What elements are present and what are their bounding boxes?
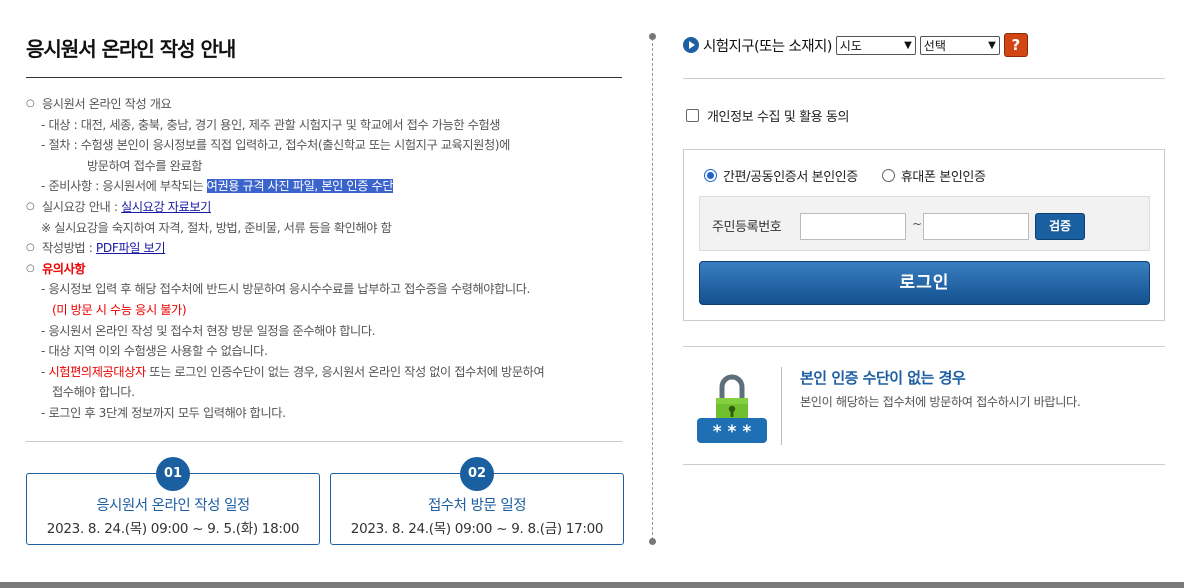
cert-auth-label[interactable]: 간편/공동인증서 본인인증 xyxy=(723,166,858,185)
schedule-card-visit: 02 접수처 방문 일정 2023. 8. 24.(목) 09:00 ~ 9. … xyxy=(330,457,624,545)
page-title: 응시원서 온라인 작성 안내 xyxy=(26,37,236,61)
consent-checkbox[interactable] xyxy=(686,109,699,122)
cautions-heading: 유의사항 xyxy=(26,259,622,280)
chevron-down-icon: ▼ xyxy=(904,39,912,51)
password-mask-text: * * * xyxy=(713,422,752,442)
no-auth-description: 본인이 해당하는 접수처에 방문하여 접수하시기 바랍니다. xyxy=(800,395,1081,409)
guide-list: 응시원서 온라인 작성 개요 - 대상 : 대전, 세종, 충북, 충남, 경기… xyxy=(26,94,622,424)
caution-3: - 대상 지역 이외 수험생은 사용할 수 없습니다. xyxy=(41,344,268,359)
plan-item: 실시요강 안내 : 실시요강 자료보기 xyxy=(26,197,622,218)
sido-value: 시도 xyxy=(839,38,862,53)
schedule-number-badge: 02 xyxy=(460,457,494,491)
auth-box: 간편/공동인증서 본인인증 휴대폰 본인인증 주민등록번호 ~ 검증 로그인 xyxy=(683,149,1165,321)
guide-divider xyxy=(26,441,622,442)
login-button[interactable]: 로그인 xyxy=(699,261,1150,305)
schedule-title: 응시원서 온라인 작성 일정 xyxy=(96,498,250,514)
overview-procedure-cont: 방문하여 접수를 완료함 xyxy=(87,158,203,173)
caution-4-text: 또는 로그인 인증수단이 없는 경우, 응시원서 온라인 작성 없이 접수처에 … xyxy=(145,364,545,379)
divider-dot-top xyxy=(649,33,656,40)
overview-procedure: - 절차 : 수험생 본인이 응시정보를 직접 입력하고, 접수처(출신학교 또… xyxy=(41,138,510,153)
ssn-row: 주민등록번호 ~ 검증 xyxy=(699,196,1150,251)
no-auth-section: * * * 본인 인증 수단이 없는 경우 본인이 해당하는 접수처에 방문하여… xyxy=(683,346,1165,465)
schedule-date: 2023. 8. 24.(목) 09:00 ~ 9. 5.(화) 18:00 xyxy=(46,521,300,537)
plan-link[interactable]: 실시요강 자료보기 xyxy=(121,200,211,214)
consent-row[interactable]: 개인정보 수집 및 활용 동의 xyxy=(686,106,849,125)
district-value: 선택 xyxy=(923,38,946,53)
divider-dot-bottom xyxy=(649,538,656,545)
lock-password-icon: * * * xyxy=(697,371,767,443)
plan-note: ※ 실시요강을 숙지하여 자격, 절차, 방법, 준비물, 서류 등을 확인해야… xyxy=(41,220,392,235)
schedule-number-badge: 01 xyxy=(156,457,190,491)
preparation-highlight: 여권용 규격 사진 파일, 본인 인증 수단 xyxy=(206,179,394,194)
schedule-title: 접수처 방문 일정 xyxy=(427,498,527,514)
caution-5: - 로그인 후 3단계 정보까지 모두 입력해야 합니다. xyxy=(41,405,286,420)
footer-bar xyxy=(0,582,1184,588)
chevron-down-icon: ▼ xyxy=(988,39,996,51)
district-select[interactable]: 선택 ▼ xyxy=(919,35,1000,55)
method-item: 작성방법 : PDF파일 보기 xyxy=(26,238,622,259)
region-label: 시험지구(또는 소재지) xyxy=(703,38,832,55)
phone-auth-radio[interactable] xyxy=(881,169,895,182)
overview-preparation: - 준비사항 : 응시원서에 부착되는 여권용 규격 사진 파일, 본인 인증 … xyxy=(26,176,622,197)
overview-heading: 응시원서 온라인 작성 개요 xyxy=(26,94,622,115)
region-selector: 시험지구(또는 소재지) 시도 ▼ 선택 ▼ ? xyxy=(683,33,1028,57)
ssn-label: 주민등록번호 xyxy=(712,220,782,235)
ssn-front-input[interactable] xyxy=(800,213,906,240)
auth-method-group: 간편/공동인증서 본인인증 휴대폰 본인인증 xyxy=(704,166,986,185)
caution-4-red: 시험편의제공대상자 xyxy=(48,364,146,379)
cert-auth-radio[interactable] xyxy=(704,169,717,182)
ssn-separator: ~ xyxy=(912,217,923,231)
schedule-date: 2023. 8. 24.(목) 09:00 ~ 9. 8.(금) 17:00 xyxy=(350,521,604,537)
schedule-card-online: 01 응시원서 온라인 작성 일정 2023. 8. 24.(목) 09:00 … xyxy=(26,457,320,545)
no-auth-divider xyxy=(781,367,782,445)
overview-target: - 대상 : 대전, 세종, 충북, 충남, 경기 용인, 제주 관할 시험지구… xyxy=(41,117,501,132)
plan-label: 실시요강 안내 : xyxy=(42,199,122,214)
caution-4: - 시험편의제공대상자 또는 로그인 인증수단이 없는 경우, 응시원서 온라인… xyxy=(26,362,622,383)
title-divider xyxy=(26,77,622,78)
pdf-link[interactable]: PDF파일 보기 xyxy=(96,241,166,255)
play-circle-icon xyxy=(683,37,699,53)
region-divider xyxy=(683,78,1165,79)
phone-auth-label[interactable]: 휴대폰 본인인증 xyxy=(901,166,986,185)
caution-1: - 응시정보 입력 후 해당 접수처에 반드시 방문하여 응시수수료를 납부하고… xyxy=(41,282,530,297)
sido-select[interactable]: 시도 ▼ xyxy=(835,35,916,55)
method-label: 작성방법 : xyxy=(42,241,96,256)
caution-1-warning: (미 방문 시 수능 응시 불가) xyxy=(52,302,187,317)
consent-label: 개인정보 수집 및 활용 동의 xyxy=(707,110,850,125)
help-icon[interactable]: ? xyxy=(1003,33,1028,57)
caution-4-cont: 접수해야 합니다. xyxy=(52,385,135,400)
no-auth-title: 본인 인증 수단이 없는 경우 xyxy=(800,369,966,387)
caution-2: - 응시원서 온라인 작성 및 접수처 현장 방문 일정을 준수해야 합니다. xyxy=(41,323,376,338)
panel-divider xyxy=(652,38,653,540)
ssn-back-input[interactable] xyxy=(923,213,1029,240)
preparation-text: - 준비사항 : 응시원서에 부착되는 xyxy=(41,179,207,194)
verify-button[interactable]: 검증 xyxy=(1035,213,1085,240)
